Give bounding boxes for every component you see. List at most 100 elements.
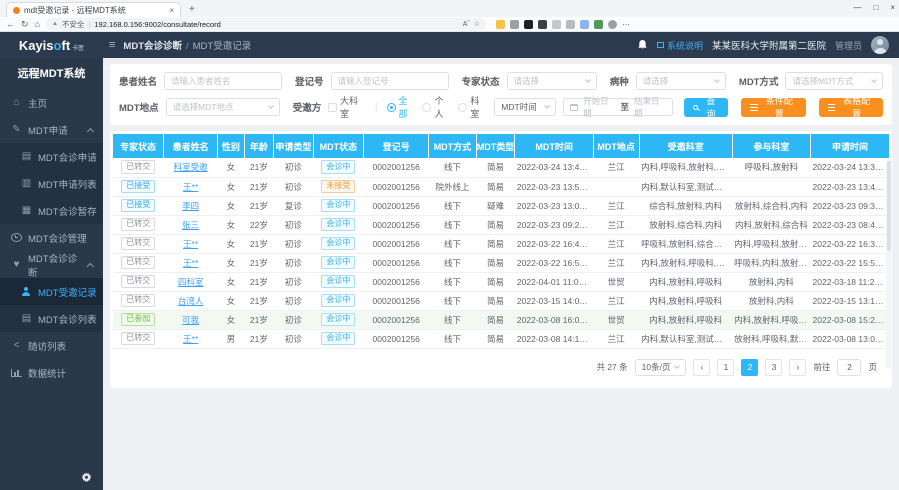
- extension-icon[interactable]: [524, 20, 533, 29]
- app-logo: Kayisoft 卡医: [0, 38, 103, 53]
- patient-name-link[interactable]: 可我: [182, 315, 199, 325]
- disease-select[interactable]: 请选择: [636, 72, 726, 90]
- sidebar-item-label: MDT会诊管理: [28, 231, 87, 245]
- page-button-2[interactable]: 2: [741, 359, 758, 376]
- table-scrollbar[interactable]: [886, 159, 891, 369]
- condition-config-button[interactable]: 条件配置: [741, 98, 805, 117]
- mdt-mode-label: MDT方式: [739, 74, 779, 88]
- page-button-3[interactable]: 3: [765, 359, 782, 376]
- extension-icon[interactable]: [538, 20, 547, 29]
- home-icon[interactable]: ⌂: [35, 19, 40, 29]
- column-header: MDT状态: [313, 134, 363, 158]
- reg-no-input[interactable]: [331, 72, 449, 90]
- cell-applied: 2022-03-22 16:31:36: [811, 234, 889, 253]
- new-tab-button[interactable]: +: [189, 2, 195, 17]
- radio-all[interactable]: 全部: [387, 94, 416, 120]
- patient-name-input[interactable]: [164, 72, 282, 90]
- radio-personal[interactable]: 个人: [422, 94, 451, 120]
- cell-type: 简易: [476, 310, 515, 329]
- expert-status-select[interactable]: 请选择: [507, 72, 597, 90]
- patient-name-link[interactable]: 张三: [182, 220, 199, 230]
- expert-badge: 已转交: [121, 160, 155, 174]
- close-window-button[interactable]: ×: [890, 3, 895, 12]
- patient-name-label: 患者姓名: [119, 74, 157, 88]
- system-note-link[interactable]: 系统说明: [657, 39, 703, 52]
- read-aloud-icon[interactable]: Aˆ: [463, 21, 470, 28]
- cell-invited: 内科,放射科,呼吸科: [639, 310, 732, 329]
- sidebar-item[interactable]: <随访列表: [0, 332, 103, 359]
- search-button[interactable]: 查询: [684, 98, 728, 117]
- cell-reg: 0002001256: [364, 158, 429, 177]
- cell-expert: 已转交: [113, 253, 163, 272]
- extension-icon[interactable]: [594, 20, 603, 29]
- browser-menu-icon[interactable]: ⋯: [622, 20, 631, 29]
- sidebar-item[interactable]: 数据统计: [0, 359, 103, 386]
- minimize-window-button[interactable]: —: [853, 3, 861, 12]
- cell-time: 2022-03-08 16:00:00: [515, 310, 593, 329]
- user-avatar[interactable]: [871, 36, 889, 54]
- table-config-button[interactable]: 表格配置: [819, 98, 883, 117]
- patient-name-link[interactable]: 四科室: [178, 277, 204, 287]
- sidebar-item[interactable]: ✎MDT申请: [0, 116, 103, 143]
- settings-gear-icon[interactable]: [81, 472, 92, 483]
- cell-name: 王**: [163, 329, 217, 348]
- cell-reg: 0002001256: [364, 272, 429, 291]
- expert-badge: 已转交: [121, 256, 155, 270]
- sidebar-item[interactable]: MDT受邀记录: [0, 278, 103, 305]
- table-row: 已转交四科室女21岁初诊会诊中0002001256线下简易2022-04-01 …: [113, 272, 889, 291]
- tab-close-icon[interactable]: ×: [169, 6, 174, 15]
- split-screen-icon[interactable]: [580, 20, 589, 29]
- browser-tab[interactable]: mdt受邀记录 - 远程MDT系统 ×: [6, 2, 181, 17]
- extension-icon[interactable]: [510, 20, 519, 29]
- sidebar-item[interactable]: ♥MDT会诊诊断: [0, 251, 103, 278]
- bell-icon[interactable]: [637, 39, 648, 51]
- time-type-select[interactable]: MDT时间: [494, 98, 556, 116]
- big-dept-checkbox[interactable]: 大科室: [328, 94, 366, 120]
- collapse-menu-icon[interactable]: ≡: [109, 39, 115, 51]
- refresh-icon[interactable]: ↻: [21, 19, 29, 30]
- patient-name-link[interactable]: 王**: [183, 239, 198, 249]
- address-bar[interactable]: ▲ 不安全 | 192.168.0.156:9002/consultate/re…: [46, 18, 486, 30]
- cell-age: 21岁: [244, 158, 273, 177]
- date-range-picker[interactable]: 开始日期 至 结束日期: [563, 98, 673, 116]
- patient-name-link[interactable]: 科室受邀: [174, 162, 208, 172]
- sidebar-item[interactable]: ⌂主页: [0, 89, 103, 116]
- favorite-icon[interactable]: ☆: [474, 20, 480, 28]
- extension-icon[interactable]: [566, 20, 575, 29]
- cell-joined: 呼吸科,放射科: [732, 158, 810, 177]
- patient-name-link[interactable]: 王**: [183, 334, 198, 344]
- prev-page-button[interactable]: ‹: [693, 359, 710, 376]
- maximize-window-button[interactable]: □: [873, 3, 878, 12]
- sidebar-item[interactable]: ▤MDT会诊列表: [0, 305, 103, 332]
- table-row: 已接受王**女21岁初诊未接受0002001256院外线上简易2022-03-2…: [113, 177, 889, 196]
- page-button-1[interactable]: 1: [717, 359, 734, 376]
- profile-icon[interactable]: [608, 20, 617, 29]
- patient-name-link[interactable]: 台湾人: [178, 296, 204, 306]
- patient-name-link[interactable]: 王**: [183, 182, 198, 192]
- cell-visit: 初诊: [274, 234, 314, 253]
- cell-age: 21岁: [244, 196, 273, 215]
- mdt-mode-select[interactable]: 请选择MDT方式: [785, 72, 883, 90]
- cell-place: 兰江: [593, 234, 639, 253]
- column-header: MDT地点: [593, 134, 639, 158]
- mdt-place-select[interactable]: 请选择MDT地点: [166, 98, 280, 116]
- cell-mode: 线下: [429, 215, 476, 234]
- next-page-button[interactable]: ›: [789, 359, 806, 376]
- extension-icon[interactable]: [496, 20, 505, 29]
- back-icon[interactable]: ←: [6, 19, 15, 29]
- sidebar-item[interactable]: ▥MDT申请列表: [0, 170, 103, 197]
- extension-icon[interactable]: [552, 20, 561, 29]
- chevron-down-icon: [871, 77, 877, 83]
- sidebar-item[interactable]: ▦MDT会诊暂存: [0, 197, 103, 224]
- patient-name-link[interactable]: 王**: [183, 258, 198, 268]
- radio-dept[interactable]: 科室: [458, 94, 487, 120]
- sidebar-item[interactable]: MDT会诊管理: [0, 224, 103, 251]
- chart-icon: [11, 369, 22, 377]
- page-size-select[interactable]: 10条/页: [635, 359, 687, 376]
- browser-tab-strip: mdt受邀记录 - 远程MDT系统 × + — □ ×: [0, 0, 899, 17]
- cell-gender: 男: [218, 329, 244, 348]
- sidebar-item[interactable]: ▤MDT会诊申请: [0, 143, 103, 170]
- cell-name: 科室受邀: [163, 158, 217, 177]
- goto-page-input[interactable]: [837, 359, 861, 376]
- patient-name-link[interactable]: 李四: [182, 201, 199, 211]
